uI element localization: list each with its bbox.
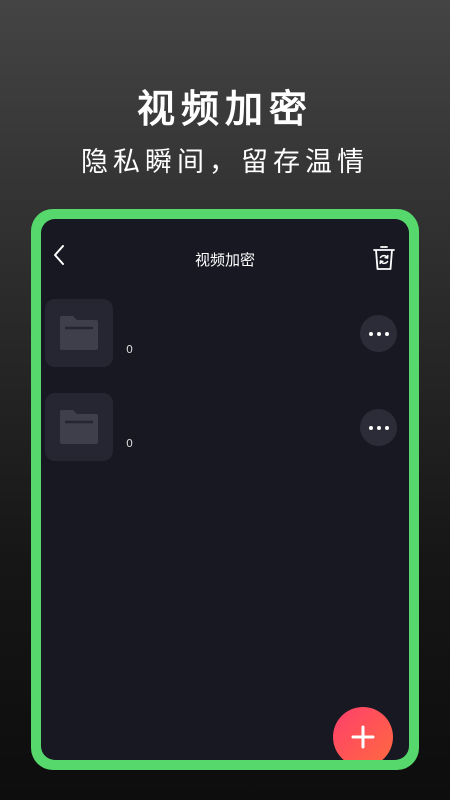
device-frame: 视频加密 0 0 [31,209,419,770]
page-title: 视频加密 [194,251,255,269]
folder-item-count: 0 [126,437,133,450]
add-button[interactable] [333,707,393,760]
more-dot [376,425,381,430]
more-dot [376,331,381,336]
folder-thumbnail [45,393,113,461]
folder-icon [60,316,98,350]
folder-thumbnail [45,299,113,367]
app-screen: 视频加密 0 0 [41,219,409,760]
folder-item-count: 0 [126,343,133,356]
folder-icon [60,410,98,444]
promo-title: 视频加密 [136,87,313,131]
folder-list: 0 0 [41,289,409,477]
more-options-button[interactable] [360,315,397,352]
trash-restore-icon [373,246,395,270]
promo-subtitle: 隐私瞬间，留存温情 [81,147,369,178]
more-dots-icon [368,331,373,336]
nav-bar: 视频加密 [41,219,409,281]
recycle-bin-button[interactable] [369,243,399,273]
more-dot [384,331,389,336]
more-dot [384,425,389,430]
folder-item[interactable]: 0 [41,289,409,383]
folder-item[interactable]: 0 [41,383,409,477]
more-options-button[interactable] [360,409,397,446]
plus-icon [351,725,375,749]
more-dots-icon [368,425,373,430]
